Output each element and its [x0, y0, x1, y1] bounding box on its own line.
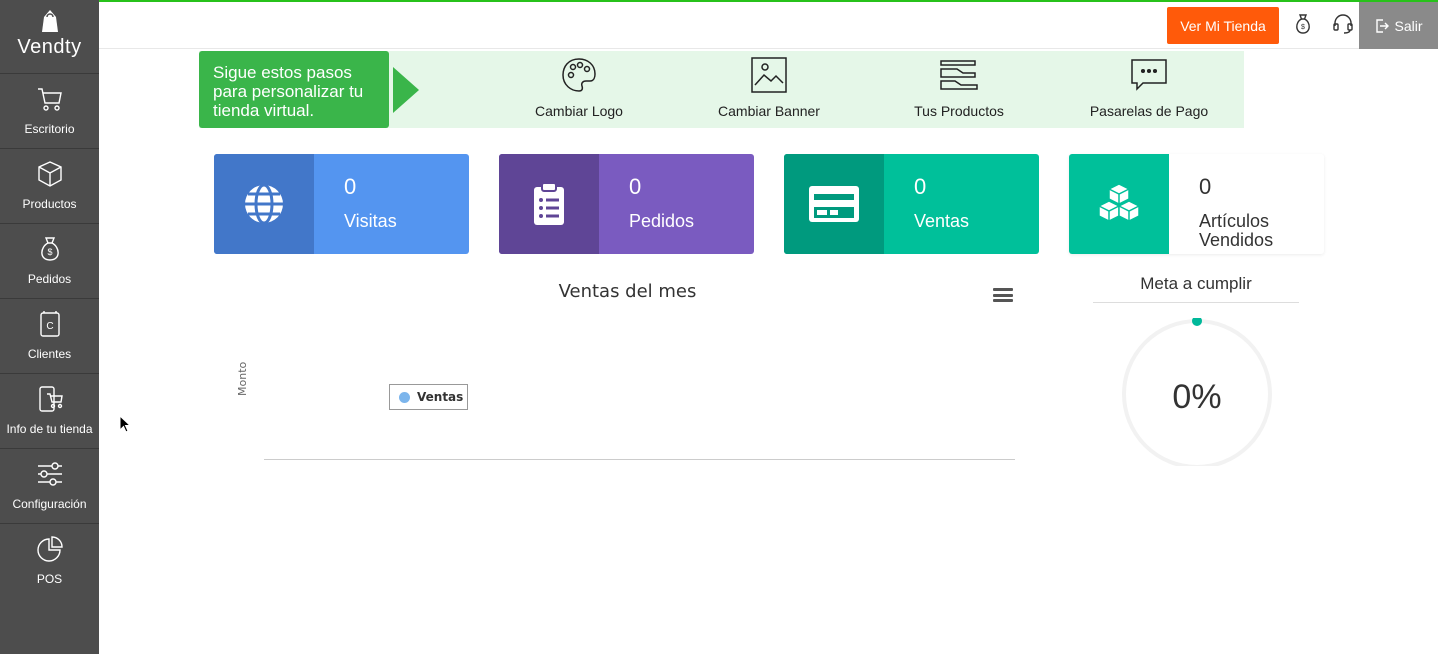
stat-label: Ventas: [914, 211, 970, 231]
step-label: Pasarelas de Pago: [1089, 103, 1209, 119]
card-body: 0 Artículos Vendidos: [1169, 154, 1324, 254]
step-change-banner[interactable]: Cambiar Banner: [684, 55, 854, 119]
step-label: Cambiar Banner: [718, 103, 820, 119]
sidebar-item-clientes[interactable]: C Clientes: [0, 299, 99, 374]
setup-steps-banner: Sigue estos pasos para personalizar tu t…: [199, 51, 1244, 128]
stat-value: 0: [629, 174, 642, 199]
step-label: Cambiar Logo: [535, 103, 623, 119]
stat-label: Pedidos: [629, 211, 695, 231]
app-root: Vendty Escritorio Productos $ Pedidos C …: [0, 0, 1438, 654]
headset-support-icon[interactable]: [1331, 12, 1357, 38]
chart-title: Ventas del mes: [558, 281, 697, 302]
boxes-icon: [1098, 183, 1140, 222]
credit-card-icon: [809, 186, 859, 222]
step-change-logo[interactable]: Cambiar Logo: [494, 55, 664, 119]
clipboard-icon: [534, 182, 564, 225]
arrow-right-icon: [393, 67, 419, 113]
stat-label: Visitas: [344, 211, 397, 231]
topbar: Ver Mi Tienda $ Salir: [99, 2, 1438, 49]
shoes-icon: [940, 60, 978, 90]
legend-label: Ventas: [417, 390, 464, 404]
money-bag-icon[interactable]: $: [1291, 12, 1317, 38]
view-store-button[interactable]: Ver Mi Tienda: [1167, 7, 1279, 44]
goal-value: 0%: [1172, 378, 1222, 416]
sidebar: Vendty Escritorio Productos $ Pedidos C …: [0, 0, 99, 654]
card-icon-box: [214, 154, 314, 254]
svg-text:$: $: [47, 247, 52, 257]
chart-legend-item[interactable]: Ventas: [389, 384, 468, 410]
box-icon: [37, 161, 62, 187]
svg-text:C: C: [46, 321, 53, 332]
sidebar-item-configuracion[interactable]: Configuración: [0, 449, 99, 524]
sidebar-item-label: POS: [36, 572, 63, 586]
sidebar-item-info-tienda[interactable]: Info de tu tienda: [0, 374, 99, 449]
chart-y-axis-label: Monto: [236, 361, 249, 396]
card-icon-box: [1069, 154, 1169, 254]
sidebar-item-label: Configuración: [12, 497, 87, 511]
pie-chart-icon: [36, 536, 63, 562]
step-your-products[interactable]: Tus Productos: [874, 55, 1044, 119]
image-icon: [751, 57, 787, 93]
stat-value: 0: [914, 174, 927, 199]
sidebar-item-label: Info de tu tienda: [6, 422, 93, 436]
sidebar-item-escritorio[interactable]: Escritorio: [0, 74, 99, 149]
sidebar-item-productos[interactable]: Productos: [0, 149, 99, 224]
card-icon-box: [784, 154, 884, 254]
logo-text: Vendty: [17, 36, 82, 58]
palette-icon: [562, 58, 596, 92]
logo[interactable]: Vendty: [0, 0, 99, 74]
setup-steps-message: Sigue estos pasos para personalizar tu t…: [199, 51, 389, 128]
stat-value: 0: [344, 174, 357, 199]
money-bag-icon: $: [40, 237, 59, 261]
svg-text:$: $: [1301, 24, 1305, 31]
card-body: 0 Ventas: [884, 154, 1039, 254]
stat-label: Artículos Vendidos: [1199, 211, 1274, 250]
chat-dots-icon: [1131, 59, 1167, 91]
globe-icon: [245, 183, 283, 225]
sidebar-item-pedidos[interactable]: $ Pedidos: [0, 224, 99, 299]
card-body: 0 Pedidos: [599, 154, 754, 254]
sidebar-item-label: Escritorio: [24, 122, 75, 136]
shopping-bag-logo-icon: [41, 10, 58, 32]
card-body: 0 Visitas: [314, 154, 469, 254]
stat-card-orders[interactable]: 0 Pedidos: [499, 154, 754, 254]
goal-title: Meta a cumplir: [1093, 274, 1299, 303]
logout-icon: [1376, 18, 1390, 33]
logout-button[interactable]: Salir: [1359, 2, 1438, 49]
chart-x-axis-line: [264, 459, 1015, 460]
mobile-store-icon: [38, 386, 63, 412]
cart-icon: [37, 88, 62, 111]
stat-card-sales[interactable]: 0 Ventas: [784, 154, 1039, 254]
goal-ring-marker: [1192, 316, 1202, 326]
stat-value: 0: [1199, 174, 1212, 199]
card-icon-box: [499, 154, 599, 254]
sidebar-item-label: Clientes: [27, 347, 72, 361]
mouse-cursor-icon: [119, 415, 131, 433]
sliders-icon: [37, 462, 62, 486]
stat-card-visits[interactable]: 0 Visitas: [214, 154, 469, 254]
contacts-book-icon: C: [39, 311, 60, 337]
sidebar-item-label: Pedidos: [27, 272, 72, 286]
legend-marker: [399, 391, 410, 403]
step-label: Tus Productos: [914, 103, 1004, 119]
sidebar-item-label: Productos: [22, 197, 77, 211]
logout-label: Salir: [1394, 17, 1423, 34]
sidebar-item-pos[interactable]: POS: [0, 524, 99, 599]
chart-menu-icon[interactable]: [993, 288, 1013, 302]
step-payment-gateways[interactable]: Pasarelas de Pago: [1064, 55, 1234, 119]
stat-card-items-sold[interactable]: 0 Artículos Vendidos: [1069, 154, 1324, 254]
